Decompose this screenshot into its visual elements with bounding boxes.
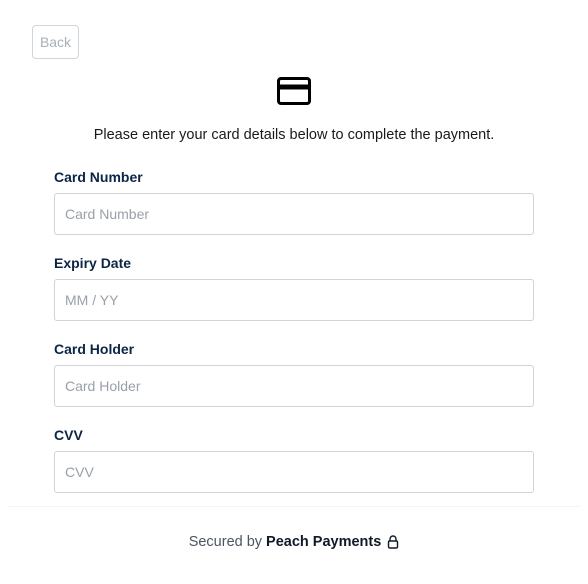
intro-text: Please enter your card details below to … bbox=[93, 127, 495, 143]
cvv-input[interactable] bbox=[54, 451, 534, 493]
card-holder-input[interactable] bbox=[54, 365, 534, 407]
card-number-label: Card Number bbox=[54, 169, 143, 185]
credit-card-icon bbox=[277, 77, 311, 105]
expiry-date-label: Expiry Date bbox=[54, 255, 132, 271]
back-button[interactable]: Back bbox=[32, 25, 79, 59]
expiry-date-input[interactable] bbox=[54, 279, 534, 321]
secured-by-text: Secured by bbox=[188, 534, 263, 550]
footer: Secured by Peach Payments bbox=[0, 533, 588, 551]
brand-name: Peach Payments bbox=[266, 534, 382, 550]
card-number-input[interactable] bbox=[54, 193, 534, 235]
cvv-label: CVV bbox=[54, 427, 83, 443]
card-holder-label: Card Holder bbox=[54, 341, 135, 357]
lock-icon bbox=[388, 535, 399, 549]
footer-divider bbox=[8, 506, 580, 507]
